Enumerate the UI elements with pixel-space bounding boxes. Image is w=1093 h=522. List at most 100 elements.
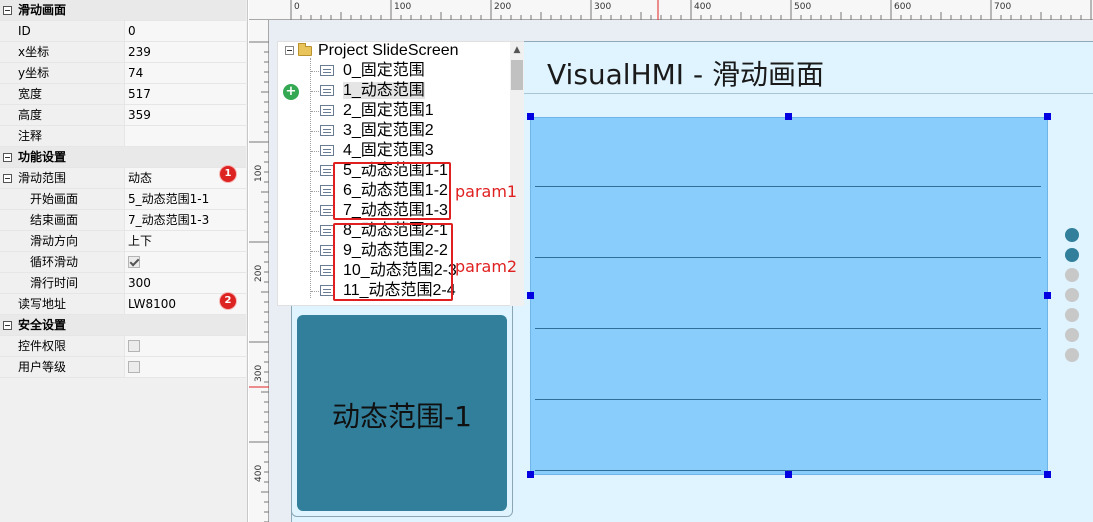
resize-handle-nw[interactable] bbox=[527, 113, 534, 120]
dynamic-range-label: 动态范围-1 bbox=[332, 400, 472, 433]
tree-item-label: 0_固定范围 bbox=[343, 62, 425, 79]
user-level-checkbox[interactable] bbox=[128, 361, 140, 373]
resize-handle-n[interactable] bbox=[785, 113, 792, 120]
screen-icon bbox=[320, 105, 334, 116]
slide-screen-widget[interactable] bbox=[530, 117, 1048, 475]
prop-value[interactable]: 359 bbox=[124, 105, 246, 125]
screen-icon bbox=[320, 165, 334, 176]
prop-value[interactable]: 300 bbox=[124, 273, 246, 293]
prop-value[interactable]: 517 bbox=[124, 84, 246, 104]
collapse-icon[interactable] bbox=[3, 6, 12, 15]
prop-row-permission[interactable]: 控件权限 bbox=[0, 336, 246, 357]
ruler-label: 500 bbox=[794, 2, 812, 12]
resize-handle-e[interactable] bbox=[1044, 292, 1051, 299]
prop-row-comment[interactable]: 注释 bbox=[0, 126, 246, 147]
ruler-horizontal-ticks bbox=[290, 0, 1092, 20]
screen-icon bbox=[320, 245, 334, 256]
resize-handle-se[interactable] bbox=[1044, 471, 1051, 478]
tree-item-label: 3_固定范围2 bbox=[343, 122, 434, 139]
folder-icon bbox=[298, 43, 312, 56]
page-dot[interactable] bbox=[1065, 308, 1079, 322]
tree-item[interactable]: 0_固定范围 bbox=[320, 62, 425, 80]
ruler-label: 200 bbox=[254, 264, 264, 282]
prop-name: 滑行时间 bbox=[30, 276, 79, 290]
annotation-param1: param1 bbox=[455, 182, 518, 201]
collapse-icon[interactable] bbox=[3, 321, 12, 330]
tree-item[interactable]: 1_动态范围 bbox=[320, 82, 425, 100]
prop-row-y[interactable]: y坐标 74 bbox=[0, 63, 246, 84]
page-dot[interactable] bbox=[1065, 328, 1079, 342]
tree-root[interactable]: Project SlideScreen bbox=[285, 42, 459, 60]
page-dot[interactable] bbox=[1065, 268, 1079, 282]
resize-handle-ne[interactable] bbox=[1044, 113, 1051, 120]
ruler-label: 0 bbox=[294, 2, 300, 12]
property-panel: 滑动画面 ID 0 x坐标 239 y坐标 74 宽度 517 高度 359 注释 功能设… bbox=[0, 0, 248, 522]
permission-checkbox[interactable] bbox=[128, 340, 140, 352]
prop-row-start-screen[interactable]: 开始画面 5_动态范围1-1 bbox=[0, 189, 246, 210]
tree-guide bbox=[311, 211, 319, 212]
prop-name: 控件权限 bbox=[18, 339, 67, 353]
hmi-title[interactable]: VisualHMI - 滑动画面 bbox=[547, 53, 824, 93]
prop-value[interactable]: 7_动态范围1-3 bbox=[124, 210, 246, 230]
prop-name: x坐标 bbox=[18, 45, 50, 59]
prop-row-height[interactable]: 高度 359 bbox=[0, 105, 246, 126]
screen-icon bbox=[320, 125, 334, 136]
prop-row-slide-range[interactable]: 滑动范围 动态 bbox=[0, 168, 246, 189]
page-dot[interactable] bbox=[1065, 248, 1079, 262]
prop-name: ID bbox=[18, 24, 31, 38]
slide-separator bbox=[535, 328, 1041, 329]
prop-name: 循环滑动 bbox=[30, 255, 79, 269]
category-slide-screen[interactable]: 滑动画面 bbox=[0, 0, 246, 21]
tree-item[interactable]: 2_固定范围1 bbox=[320, 102, 434, 120]
category-security[interactable]: 安全设置 bbox=[0, 315, 246, 336]
ruler-label: 400 bbox=[254, 464, 264, 482]
prop-name: 读写地址 bbox=[18, 297, 67, 311]
prop-row-direction[interactable]: 滑动方向 上下 bbox=[0, 231, 246, 252]
ruler-label: 700 bbox=[994, 2, 1012, 12]
ruler-label: 200 bbox=[494, 2, 512, 12]
prop-row-id[interactable]: ID 0 bbox=[0, 21, 246, 42]
tree-item-label: 1_动态范围 bbox=[343, 82, 425, 99]
tree-guide bbox=[311, 271, 319, 272]
slide-separator bbox=[535, 186, 1041, 187]
resize-handle-s[interactable] bbox=[785, 471, 792, 478]
add-icon[interactable]: + bbox=[283, 84, 299, 100]
prop-row-width[interactable]: 宽度 517 bbox=[0, 84, 246, 105]
prop-row-user-level[interactable]: 用户等级 bbox=[0, 357, 246, 378]
screen-icon bbox=[320, 265, 334, 276]
tree-collapse-icon[interactable] bbox=[285, 46, 294, 55]
prop-row-x[interactable]: x坐标 239 bbox=[0, 42, 246, 63]
page-dot[interactable] bbox=[1065, 288, 1079, 302]
tree-item-label: 4_固定范围3 bbox=[343, 142, 434, 159]
tree-root-label: Project SlideScreen bbox=[318, 42, 459, 59]
prop-row-end-screen[interactable]: 结束画面 7_动态范围1-3 bbox=[0, 210, 246, 231]
prop-row-loop[interactable]: 循环滑动 bbox=[0, 252, 246, 273]
collapse-icon[interactable] bbox=[3, 174, 12, 183]
scroll-up-icon[interactable]: ▲ bbox=[510, 42, 524, 58]
prop-value[interactable]: 239 bbox=[124, 42, 246, 62]
tree-item[interactable]: 3_固定范围2 bbox=[320, 122, 434, 140]
tree-guide bbox=[311, 171, 319, 172]
resize-handle-sw[interactable] bbox=[527, 471, 534, 478]
collapse-icon[interactable] bbox=[3, 153, 12, 162]
category-function[interactable]: 功能设置 bbox=[0, 147, 246, 168]
tree-item-label: 2_固定范围1 bbox=[343, 102, 434, 119]
category-label: 功能设置 bbox=[18, 150, 67, 164]
prop-value[interactable]: 上下 bbox=[124, 231, 246, 251]
resize-handle-w[interactable] bbox=[527, 292, 534, 299]
prop-name: 开始画面 bbox=[30, 192, 79, 206]
prop-name: 滑动范围 bbox=[18, 171, 67, 185]
prop-row-address[interactable]: 读写地址 LW8100 bbox=[0, 294, 246, 315]
prop-value[interactable]: 74 bbox=[124, 63, 246, 83]
prop-name: 结束画面 bbox=[30, 213, 79, 227]
prop-value[interactable]: 5_动态范围1-1 bbox=[124, 189, 246, 209]
prop-row-glide-time[interactable]: 滑行时间 300 bbox=[0, 273, 246, 294]
prop-name: y坐标 bbox=[18, 66, 50, 80]
prop-value[interactable]: 0 bbox=[124, 21, 246, 41]
prop-value[interactable] bbox=[124, 126, 246, 146]
loop-checkbox[interactable] bbox=[128, 256, 140, 268]
scroll-thumb[interactable] bbox=[511, 60, 523, 90]
page-dot[interactable] bbox=[1065, 348, 1079, 362]
page-dot[interactable] bbox=[1065, 228, 1079, 242]
tree-item[interactable]: 4_固定范围3 bbox=[320, 142, 434, 160]
